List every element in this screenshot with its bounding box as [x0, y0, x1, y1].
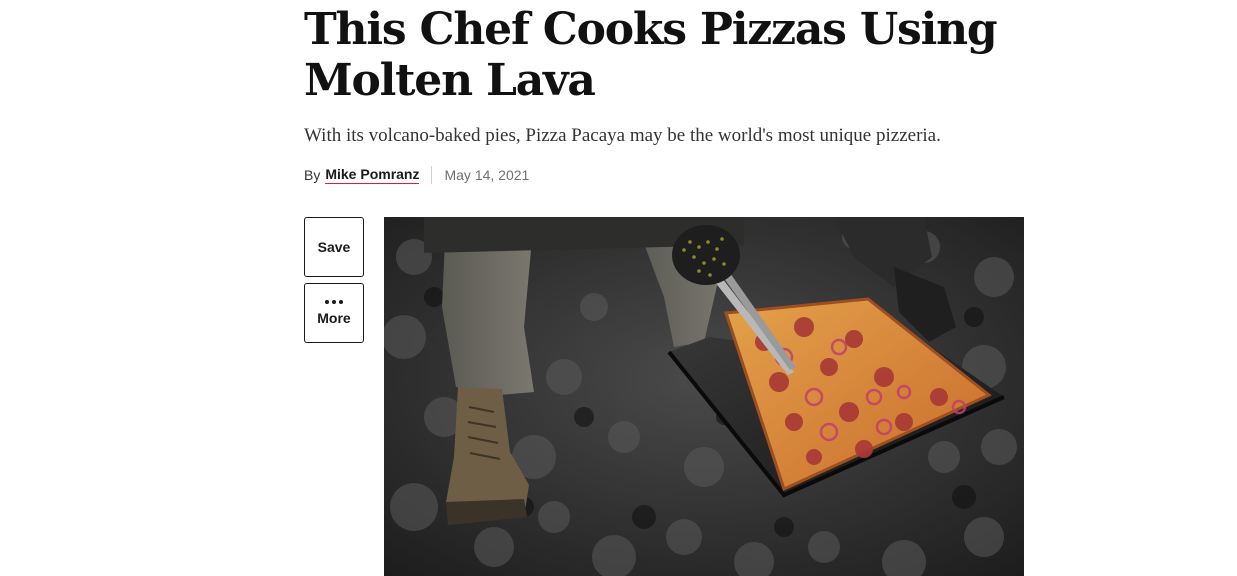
publish-date: May 14, 2021	[444, 167, 530, 183]
byline-divider	[431, 166, 433, 184]
hero-image	[384, 217, 1024, 576]
save-button-label: Save	[317, 239, 351, 255]
ellipsis-icon	[325, 300, 343, 304]
article-headline: This Chef Cooks Pizzas Using Molten Lava	[304, 4, 998, 106]
author-link[interactable]: Mike Pomranz	[325, 166, 420, 184]
save-button[interactable]: Save	[304, 217, 364, 277]
article-dek: With its volcano-baked pies, Pizza Pacay…	[304, 125, 941, 146]
more-button-label: More	[317, 310, 351, 326]
byline-prefix: By	[304, 167, 321, 183]
more-button[interactable]: More	[304, 283, 364, 343]
hero-photo	[384, 217, 1024, 576]
byline: By Mike Pomranz May 14, 2021	[304, 165, 529, 185]
